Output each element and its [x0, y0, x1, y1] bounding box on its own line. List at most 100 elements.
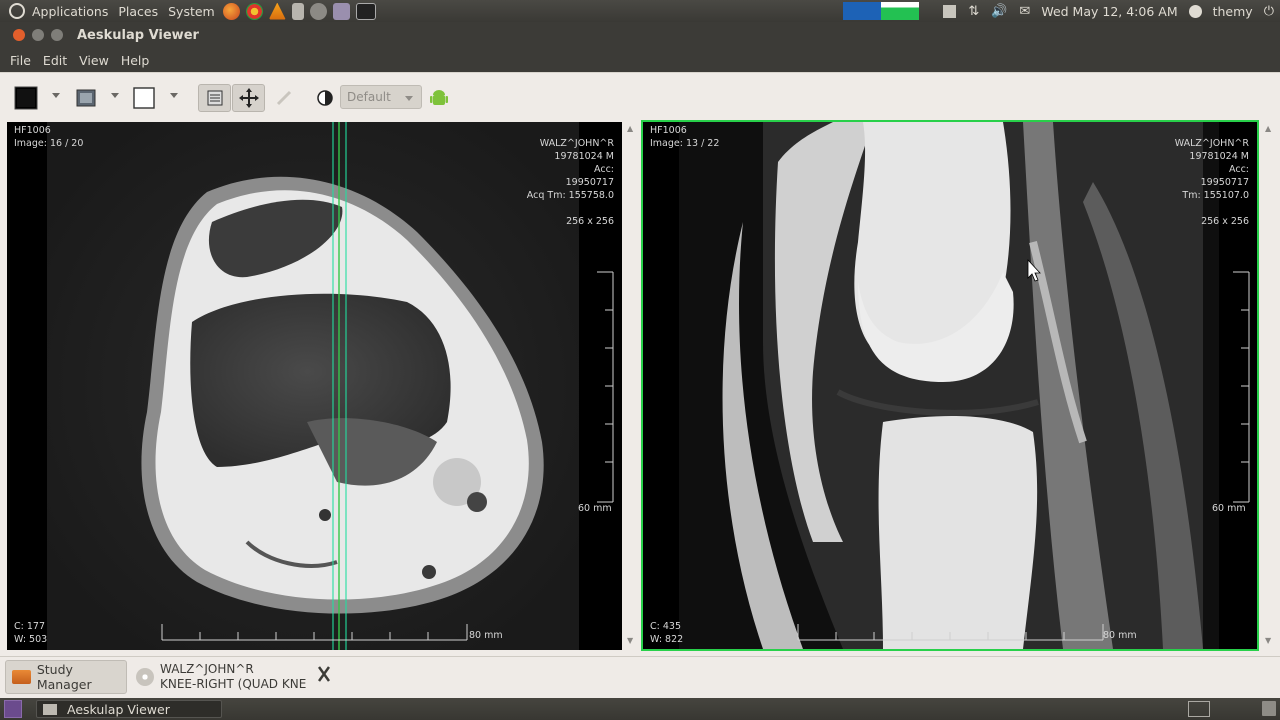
- taskbar-window-button[interactable]: Aeskulap Viewer: [36, 700, 222, 718]
- menu-file[interactable]: File: [4, 53, 37, 68]
- close-window-icon[interactable]: [13, 29, 25, 41]
- firefox-launcher-icon[interactable]: [222, 2, 240, 20]
- window-preset-combo[interactable]: Default: [340, 85, 422, 109]
- dicom-tag-button[interactable]: [427, 86, 451, 110]
- axial-overlay-bottomleft: C: 177 W: 503: [14, 620, 47, 646]
- axial-scale-v-label: 60 mm: [578, 503, 612, 514]
- stack-tool-button[interactable]: [198, 84, 231, 112]
- viewport-sagittal[interactable]: HF1006 Image: 13 / 22 WALZ^JOHN^R 197810…: [641, 120, 1259, 651]
- study-patient: WALZ^JOHN^R: [160, 662, 254, 676]
- axial-image-index: Image: 16 / 20: [14, 138, 84, 149]
- study-manager-label: Study Manager: [36, 662, 92, 692]
- sagittal-acq-time: Tm: 155107.0: [1182, 190, 1249, 201]
- series-layout-dropdown-icon[interactable]: [111, 93, 119, 98]
- clipboard-icon[interactable]: [943, 4, 957, 18]
- ubuntu-logo-icon[interactable]: [9, 3, 25, 19]
- move-arrows-icon: [238, 88, 259, 108]
- viewport-scroll-down-right-icon[interactable]: ▼: [1265, 636, 1271, 645]
- menu-help[interactable]: Help: [115, 53, 156, 68]
- sagittal-window-width: W: 822: [650, 634, 684, 645]
- window-preset-value: Default: [347, 90, 391, 104]
- applications-menu[interactable]: Applications: [27, 4, 113, 19]
- maximize-window-icon[interactable]: [51, 29, 63, 41]
- series-layout-icon: [76, 89, 96, 107]
- places-menu[interactable]: Places: [113, 4, 163, 19]
- axial-window-center: C: 177: [14, 621, 45, 632]
- minimize-window-icon[interactable]: [32, 29, 44, 41]
- window-icon: [43, 703, 57, 715]
- axial-overlay-topleft: HF1006 Image: 16 / 20: [14, 124, 83, 150]
- window-preset-dropdown-icon: [405, 96, 413, 101]
- frame-icon: [133, 87, 155, 109]
- viewer-area: HF1006 Image: 16 / 20 WALZ^JOHN^R 197810…: [0, 120, 1280, 656]
- layout-button[interactable]: [14, 86, 38, 110]
- frame-button[interactable]: [132, 86, 156, 110]
- axial-series-id: HF1006: [14, 125, 51, 136]
- network-updown-icon[interactable]: ⇅: [968, 4, 979, 19]
- menu-edit[interactable]: Edit: [37, 53, 73, 68]
- sagittal-patient-name: WALZ^JOHN^R: [1174, 138, 1249, 149]
- show-desktop-icon[interactable]: [4, 700, 22, 718]
- sync-launcher-icon[interactable]: [309, 2, 327, 20]
- sagittal-mri-image[interactable]: [643, 122, 1257, 649]
- axial-patient-name: WALZ^JOHN^R: [539, 138, 614, 149]
- trash-icon[interactable]: [1262, 701, 1276, 716]
- sagittal-overlay-bottomleft: C: 435 W: 822: [650, 620, 683, 646]
- window-title: Aeskulap Viewer: [77, 27, 199, 43]
- close-study-icon[interactable]: [318, 666, 330, 682]
- menu-view[interactable]: View: [73, 53, 115, 68]
- sagittal-matrix: 256 x 256: [1201, 216, 1249, 227]
- taskbar-window-label: Aeskulap Viewer: [67, 701, 170, 717]
- workspace-switcher-icon[interactable]: [1188, 701, 1210, 717]
- layout-dropdown-icon[interactable]: [52, 93, 60, 98]
- sagittal-dob-sex: 19781024 M: [1189, 151, 1249, 162]
- study-description: KNEE-RIGHT (QUAD KNE: [160, 677, 307, 691]
- sagittal-accession: Acc:: [1229, 164, 1249, 175]
- study-tab[interactable]: WALZ^JOHN^R KNEE-RIGHT (QUAD KNE: [136, 660, 336, 694]
- viewport-scroll-up-icon[interactable]: ▲: [627, 124, 633, 133]
- top-panel: Applications Places System ⇅ 🔊 ✉ Wed May…: [0, 0, 1280, 22]
- viewport-axial[interactable]: HF1006 Image: 16 / 20 WALZ^JOHN^R 197810…: [7, 122, 622, 650]
- axial-overlay-topright: WALZ^JOHN^R 19781024 M Acc: 19950717 Acq…: [527, 137, 614, 228]
- axial-matrix: 256 x 256: [566, 216, 614, 227]
- usb-launcher-icon[interactable]: [291, 2, 304, 20]
- axial-dob-sex: 19781024 M: [554, 151, 614, 162]
- pan-tool-button[interactable]: [232, 84, 265, 112]
- window-level-button[interactable]: [313, 86, 337, 110]
- window-titlebar[interactable]: Aeskulap Viewer: [0, 22, 1280, 48]
- axial-acq-time: Acq Tm: 155758.0: [526, 190, 614, 201]
- viewport-scroll-down-icon[interactable]: ▼: [627, 636, 633, 645]
- bottom-panel: Aeskulap Viewer: [0, 698, 1280, 720]
- volume-icon[interactable]: 🔊: [991, 4, 1007, 19]
- viewport-scroll-up-right-icon[interactable]: ▲: [1265, 124, 1271, 133]
- vlc-launcher-icon[interactable]: [268, 2, 286, 20]
- study-bar: Study Manager WALZ^JOHN^R KNEE-RIGHT (QU…: [0, 656, 1280, 698]
- series-layout-button[interactable]: [74, 86, 98, 110]
- cpu-monitor-icon: [881, 2, 920, 20]
- axial-scale-h-label: 80 mm: [469, 630, 503, 641]
- frame-dropdown-icon[interactable]: [170, 93, 178, 98]
- user-name[interactable]: themy: [1208, 4, 1258, 19]
- clock[interactable]: Wed May 12, 4:06 AM: [1036, 4, 1182, 19]
- mail-icon[interactable]: ✉: [1019, 4, 1030, 19]
- study-manager-button[interactable]: Study Manager: [5, 660, 127, 694]
- sagittal-overlay-topleft: HF1006 Image: 13 / 22: [650, 124, 719, 150]
- mail-launcher-icon[interactable]: [332, 2, 350, 20]
- layout-icon: [14, 86, 38, 110]
- toolbar: [0, 72, 1280, 120]
- sagittal-acq-date: 19950717: [1200, 177, 1249, 188]
- measure-tool-button[interactable]: [272, 86, 296, 110]
- android-icon: [430, 90, 448, 105]
- pencil-icon: [276, 90, 292, 106]
- menubar: File Edit View Help: [0, 48, 1280, 72]
- system-menu[interactable]: System: [163, 4, 220, 19]
- axial-accession: Acc:: [594, 164, 614, 175]
- power-icon[interactable]: ⏻: [1264, 4, 1274, 19]
- sagittal-scale-h-label: 80 mm: [1103, 630, 1137, 641]
- axial-acq-date: 19950717: [565, 177, 614, 188]
- stack-icon: [207, 90, 222, 106]
- sagittal-scale-v-label: 60 mm: [1212, 503, 1246, 514]
- terminal-launcher-icon[interactable]: [355, 2, 376, 20]
- chrome-launcher-icon[interactable]: [245, 2, 263, 20]
- user-switch-icon[interactable]: [1188, 4, 1202, 18]
